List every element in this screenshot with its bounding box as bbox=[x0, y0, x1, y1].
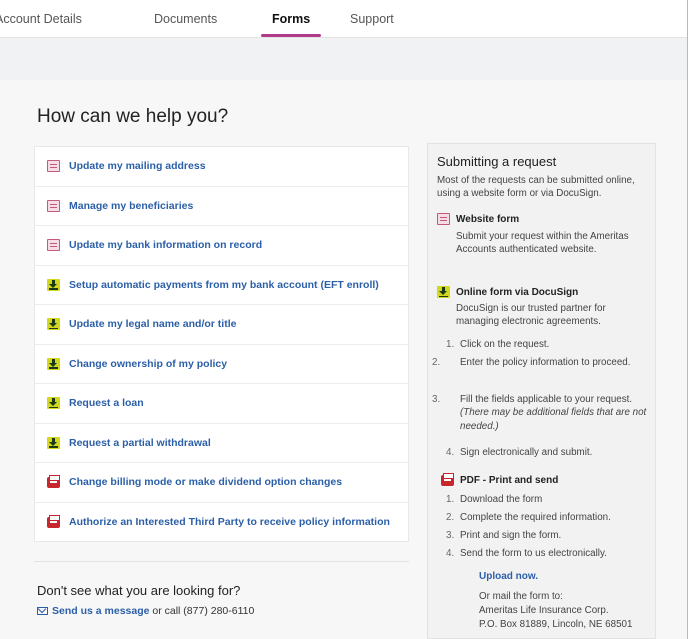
contact-line: Send us a message or call (877) 280-6110 bbox=[37, 605, 254, 617]
website-form-desc: Submit your request within the Ameritas … bbox=[456, 231, 629, 256]
website-form-icon bbox=[437, 213, 450, 225]
request-setup-automatic-payments[interactable]: Setup automatic payments from my bank ac… bbox=[35, 266, 408, 305]
tab-support[interactable]: Support bbox=[350, 12, 394, 26]
request-label: Request a partial withdrawal bbox=[69, 436, 211, 449]
request-label: Setup automatic payments from my bank ac… bbox=[69, 278, 379, 291]
call-text: or call (877) 280-6110 bbox=[149, 605, 255, 617]
request-manage-beneficiaries[interactable]: Manage my beneficiaries bbox=[35, 187, 408, 226]
docusign-step-4: 4. Sign electronically and submit. bbox=[446, 447, 593, 458]
pdf-step-3: 3. Print and sign the form. bbox=[446, 530, 562, 541]
request-label: Change ownership of my policy bbox=[69, 357, 228, 370]
section-divider bbox=[34, 561, 409, 562]
pdf-step-1: 1. Download the form bbox=[446, 494, 543, 505]
panel-intro: Most of the requests can be submitted on… bbox=[437, 175, 635, 200]
docusign-icon bbox=[47, 318, 60, 331]
pdf-step-4: 4. Send the form to us electronically. bbox=[446, 548, 607, 559]
mail-intro: Or mail the form to: bbox=[479, 591, 563, 602]
pdf-step-2: 2. Complete the required information. bbox=[446, 512, 611, 523]
send-message-link[interactable]: Send us a message bbox=[52, 605, 149, 617]
docusign-icon bbox=[47, 436, 60, 449]
request-label: Manage my beneficiaries bbox=[69, 199, 194, 212]
request-authorize-third-party[interactable]: Authorize an Interested Third Party to r… bbox=[35, 503, 408, 543]
docusign-desc: DocuSign is our trusted partner for mana… bbox=[456, 303, 606, 328]
upload-now-link[interactable]: Upload now. bbox=[479, 571, 538, 582]
mail-address-line-2: P.O. Box 81889, Lincoln, NE 68501 bbox=[479, 619, 633, 630]
website-form-icon bbox=[47, 160, 60, 173]
docusign-step-2: 2. Enter the policy information to procee… bbox=[432, 357, 631, 368]
pdf-icon bbox=[47, 514, 60, 528]
mail-icon bbox=[37, 607, 48, 615]
request-change-billing-mode[interactable]: Change billing mode or make dividend opt… bbox=[35, 463, 408, 503]
request-loan[interactable]: Request a loan bbox=[35, 384, 408, 424]
docusign-icon bbox=[437, 286, 450, 298]
docusign-icon bbox=[47, 357, 60, 370]
request-partial-withdrawal[interactable]: Request a partial withdrawal bbox=[35, 424, 408, 463]
request-update-legal-name[interactable]: Update my legal name and/or title bbox=[35, 305, 408, 345]
request-label: Update my bank information on record bbox=[69, 239, 263, 252]
page-title: How can we help you? bbox=[37, 106, 229, 127]
request-label: Update my mailing address bbox=[69, 160, 206, 173]
pdf-heading: PDF - Print and send bbox=[441, 473, 558, 486]
website-form-heading: Website form bbox=[437, 213, 519, 225]
request-label: Request a loan bbox=[69, 397, 144, 410]
request-label: Update my legal name and/or title bbox=[69, 318, 237, 331]
docusign-icon bbox=[47, 397, 60, 410]
pdf-icon bbox=[441, 473, 454, 486]
tab-forms[interactable]: Forms bbox=[272, 12, 310, 26]
help-heading: Don't see what you are looking for? bbox=[37, 583, 241, 598]
top-nav: Account Details Documents Forms Support bbox=[0, 0, 688, 38]
docusign-heading: Online form via DocuSign bbox=[437, 286, 578, 298]
request-change-ownership[interactable]: Change ownership of my policy bbox=[35, 345, 408, 384]
docusign-icon bbox=[47, 278, 60, 291]
docusign-step-3: 3. Fill the fields applicable to your req… bbox=[432, 394, 647, 432]
request-label: Change billing mode or make dividend opt… bbox=[69, 476, 343, 489]
tab-documents[interactable]: Documents bbox=[154, 12, 217, 26]
request-label: Authorize an Interested Third Party to r… bbox=[69, 516, 390, 529]
active-tab-indicator bbox=[261, 34, 321, 37]
website-form-icon bbox=[47, 199, 60, 212]
website-form-icon bbox=[47, 239, 60, 252]
request-list: Update my mailing address Manage my bene… bbox=[34, 146, 409, 542]
docusign-step-1: 1. Click on the request. bbox=[446, 339, 550, 350]
mail-address-line-1: Ameritas Life Insurance Corp. bbox=[479, 605, 609, 616]
panel-title: Submitting a request bbox=[437, 154, 557, 169]
pdf-icon bbox=[47, 474, 60, 488]
tab-account-details[interactable]: Account Details bbox=[0, 12, 82, 26]
request-update-bank-information[interactable]: Update my bank information on record bbox=[35, 226, 408, 266]
request-update-mailing-address[interactable]: Update my mailing address bbox=[35, 147, 408, 187]
header-band bbox=[0, 38, 688, 80]
